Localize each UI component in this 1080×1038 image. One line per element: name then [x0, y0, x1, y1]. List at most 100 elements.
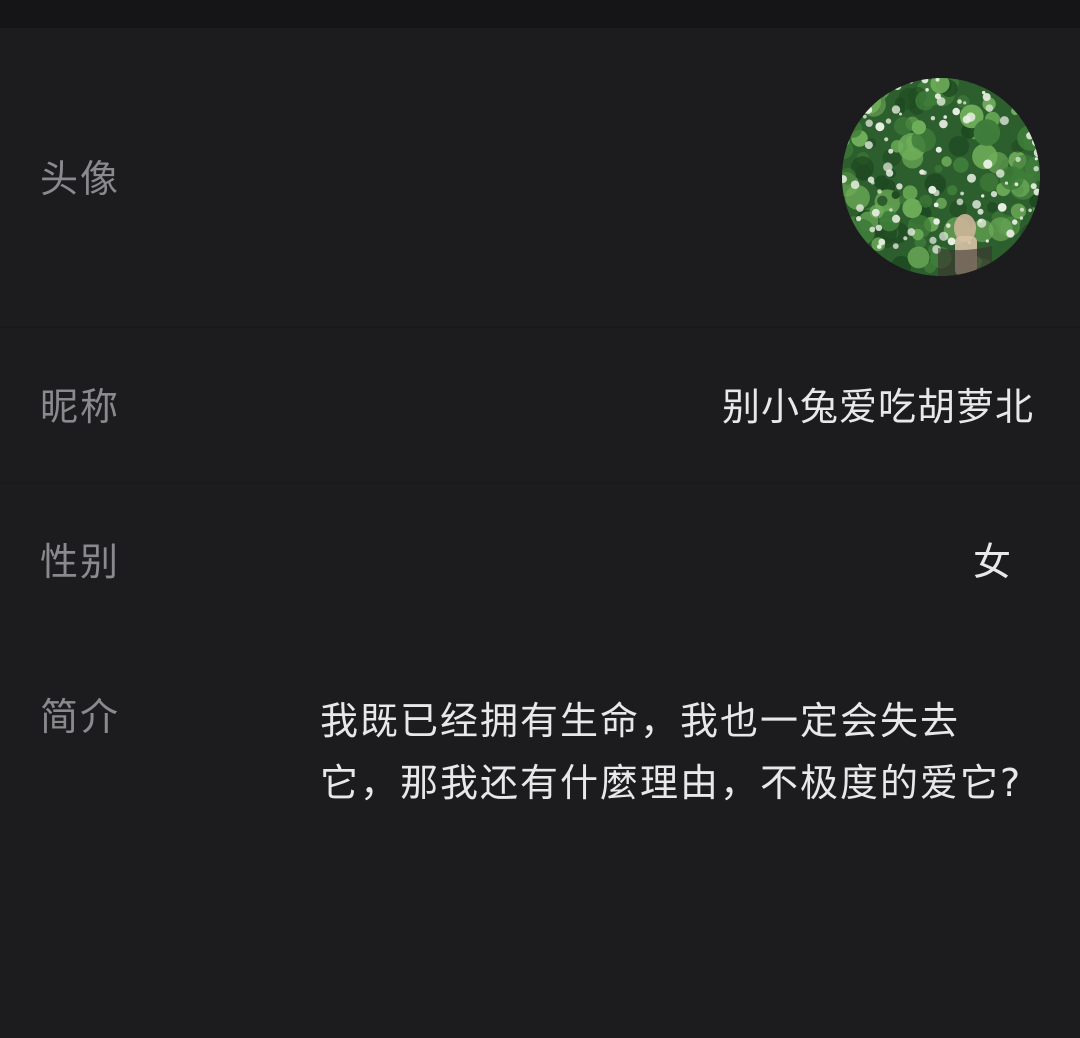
flower-dot: [998, 205, 1002, 209]
flower-dot: [1014, 182, 1019, 187]
flower-dot: [1030, 183, 1037, 190]
gender-row[interactable]: 性别 女: [0, 483, 1080, 638]
flower-dot: [981, 194, 985, 198]
foliage-blob: [894, 116, 913, 136]
foliage-blob: [842, 96, 853, 111]
flower-dot: [1033, 107, 1037, 111]
avatar-row[interactable]: 头像: [0, 28, 1080, 328]
flower-dot: [1012, 219, 1018, 225]
flower-dot: [1015, 156, 1021, 163]
flower-dot: [1029, 93, 1036, 100]
flower-dot: [903, 236, 908, 241]
foliage-blob: [1018, 105, 1031, 118]
flower-dot: [875, 122, 885, 132]
avatar-image: [842, 78, 1040, 276]
avatar[interactable]: [842, 78, 1040, 276]
foliage-blob: [891, 191, 900, 199]
flower-dot: [899, 112, 902, 116]
flower-dot: [999, 116, 1009, 126]
foliage-blob: [874, 175, 889, 190]
flower-dot: [871, 208, 880, 217]
foliage-blob: [934, 164, 943, 173]
flower-dot: [957, 99, 962, 104]
flower-dot: [893, 82, 902, 91]
foliage-blob: [864, 78, 885, 89]
flower-dot: [947, 237, 956, 246]
bio-label: 简介: [40, 695, 121, 739]
flower-dot: [985, 239, 989, 243]
flower-dot: [928, 185, 937, 194]
bio-row[interactable]: 简介 我既已经拥有生命，我也一定会失去它，那我还有什麼理由，不极度的爱它?: [0, 638, 1080, 1038]
flower-dot: [1008, 81, 1012, 86]
flower-dot: [995, 78, 1004, 85]
nickname-label: 昵称: [40, 385, 121, 429]
foliage-blob: [979, 173, 999, 192]
flower-dot: [877, 189, 882, 194]
foliage-blob: [1010, 203, 1026, 219]
foliage-blob: [866, 265, 876, 276]
foliage-blob: [877, 195, 888, 206]
flower-dot: [892, 243, 899, 250]
foliage-blob: [902, 185, 918, 201]
flower-dot: [996, 169, 1005, 178]
foliage-blob: [941, 156, 952, 167]
flower-dot: [1013, 82, 1022, 90]
flower-dot: [956, 198, 964, 206]
status-bar: [0, 0, 1080, 28]
flower-dot: [885, 118, 892, 124]
flower-dot: [929, 236, 937, 244]
flower-dot: [939, 119, 948, 129]
flower-dot: [896, 183, 903, 190]
nickname-row[interactable]: 昵称 别小兔爱吃胡萝北: [0, 328, 1080, 483]
gender-label: 性别: [40, 540, 121, 584]
flower-dot: [985, 104, 994, 112]
flower-dot: [854, 114, 859, 119]
flower-dot: [862, 114, 867, 119]
flower-dot: [943, 115, 947, 119]
flower-dot: [933, 218, 940, 225]
foliage-blob: [999, 166, 1024, 190]
flower-dot: [978, 219, 983, 223]
nickname-value: 别小兔爱吃胡萝北: [721, 385, 1034, 429]
flower-dot: [1026, 132, 1034, 140]
flower-dot: [990, 191, 998, 198]
flower-dot: [970, 78, 977, 82]
foliage-blob: [992, 269, 1003, 276]
flower-dot: [869, 226, 876, 233]
flower-dot: [963, 101, 967, 105]
flower-dot: [856, 216, 862, 222]
flower-dot: [925, 88, 929, 92]
flower-dot: [933, 202, 939, 208]
foliage-blob: [902, 147, 924, 169]
flower-dot: [1019, 216, 1024, 220]
flower-dot: [871, 180, 875, 185]
flower-dot: [960, 191, 964, 196]
flower-dot: [966, 112, 976, 122]
foliage-blob: [1030, 78, 1040, 84]
flower-dot: [982, 90, 986, 95]
flower-dot: [972, 200, 981, 209]
foliage-blob: [948, 136, 970, 157]
flower-dot: [864, 105, 873, 114]
foliage-blob: [953, 157, 969, 173]
foliage-blob: [986, 201, 998, 213]
flower-dot: [878, 238, 886, 246]
flower-dot: [907, 228, 916, 236]
avatar-label: 头像: [40, 157, 121, 201]
flower-dot: [995, 79, 1002, 86]
flower-dot: [883, 162, 893, 172]
foliage-blob: [919, 194, 933, 208]
flower-dot: [939, 231, 949, 241]
foliage-blob: [1021, 88, 1037, 104]
flower-dot: [946, 223, 951, 228]
flower-dot: [1032, 126, 1037, 130]
bio-text: 我既已经拥有生命，我也一定会失去它，那我还有什麼理由，不极度的爱它?: [320, 699, 1023, 805]
foliage-blob: [973, 119, 1001, 146]
foliage-blob: [856, 100, 865, 109]
foliage-blob: [902, 198, 922, 219]
flower-dot: [884, 137, 889, 142]
flower-dot: [935, 146, 942, 153]
flower-dot: [1034, 157, 1038, 161]
flower-dot: [889, 208, 893, 212]
foliage-blob: [947, 185, 958, 196]
